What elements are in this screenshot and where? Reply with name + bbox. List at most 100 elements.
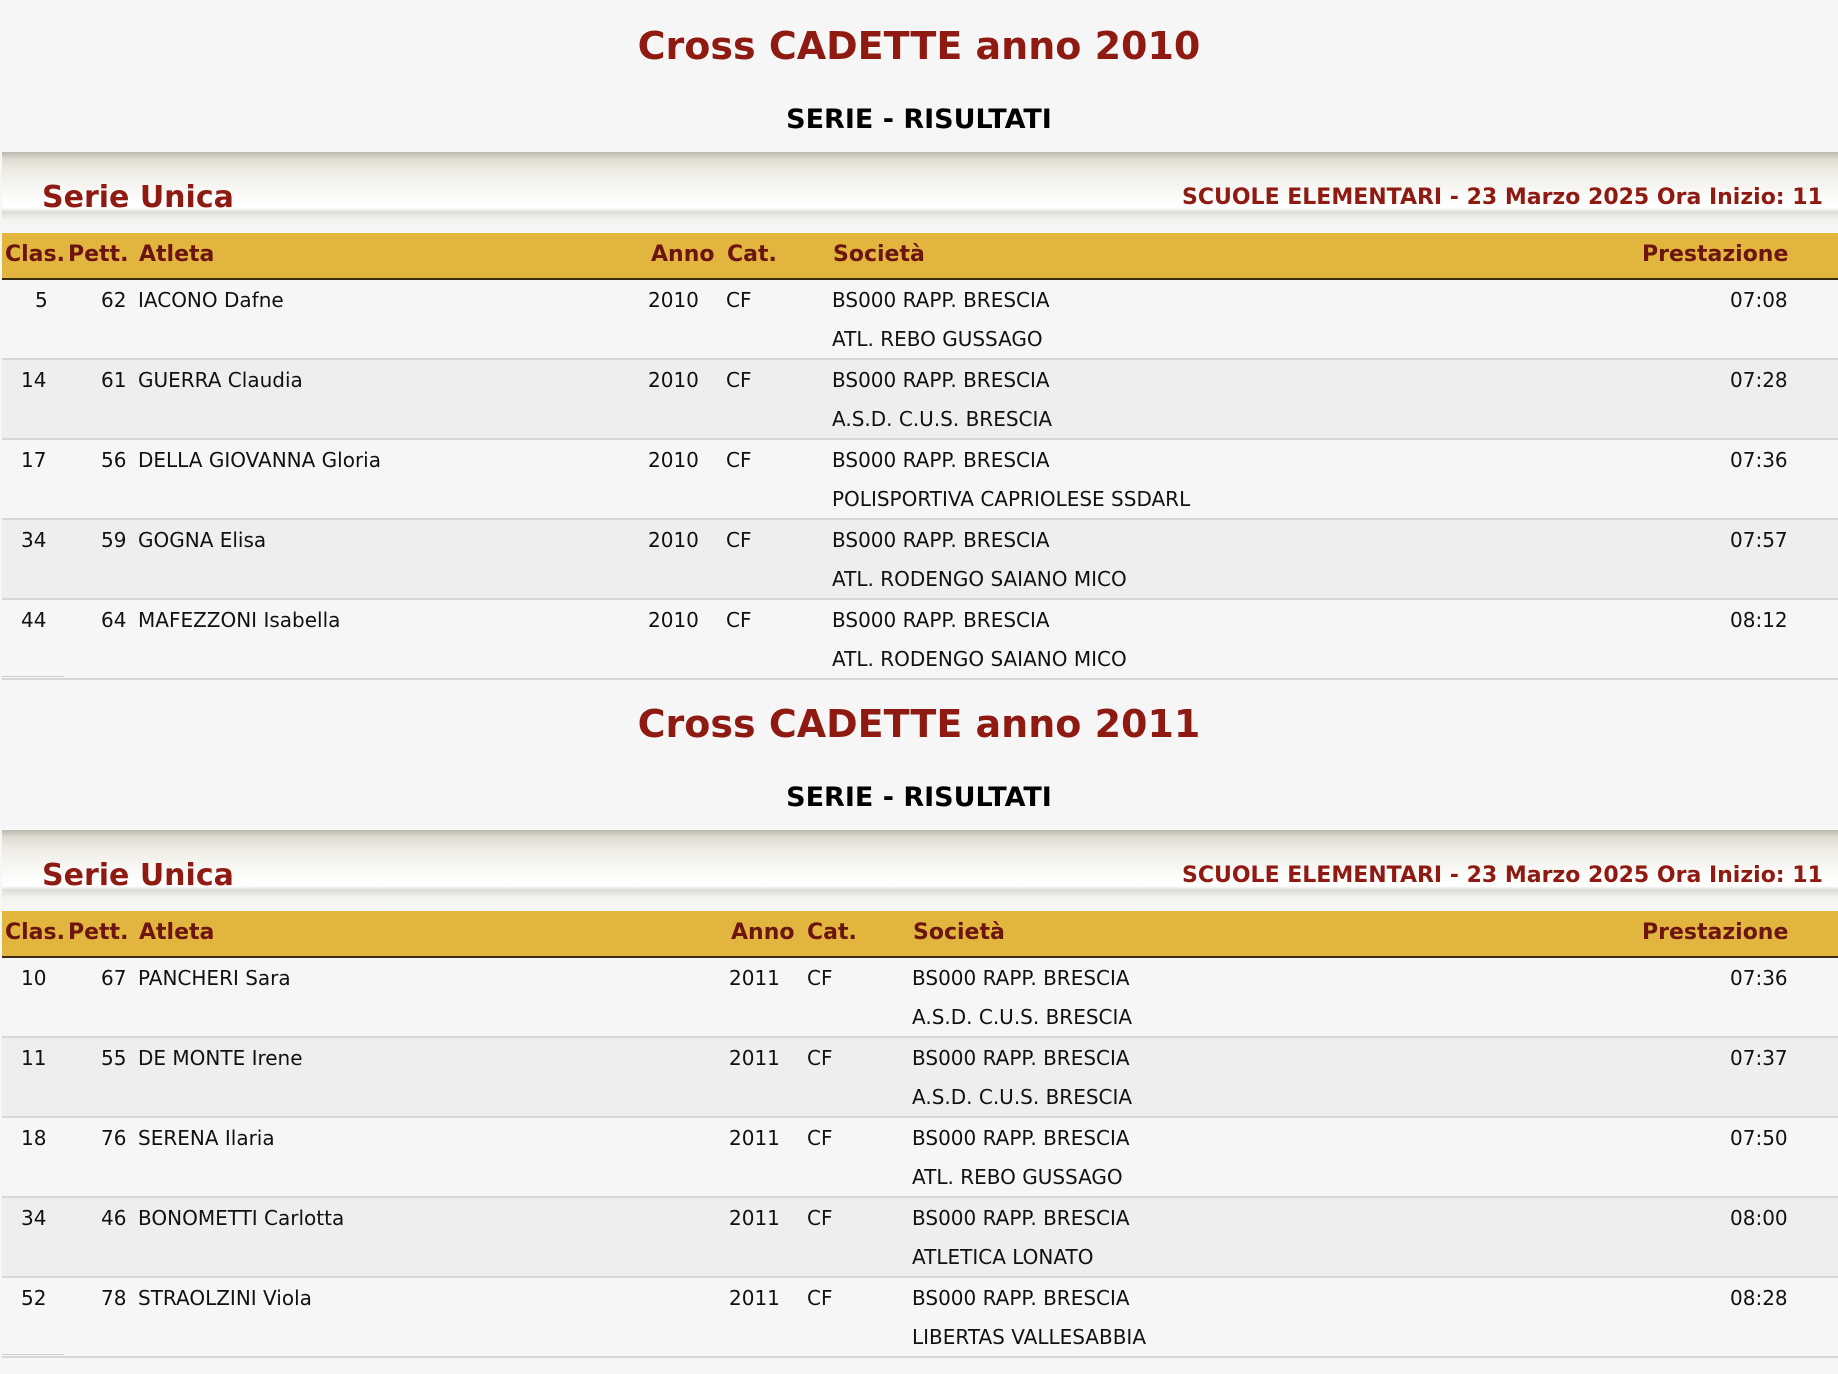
- col-pett: Pett.: [68, 920, 129, 945]
- cell-atleta: SERENA Ilaria: [138, 1126, 275, 1150]
- cell-societa: BS000 RAPP. BRESCIA: [832, 608, 1050, 632]
- cell-societa: BS000 RAPP. BRESCIA: [912, 966, 1130, 990]
- results-table-body: 10 67 PANCHERI Sara 2011 CF BS000 RAPP. …: [2, 958, 1838, 1358]
- cell-anno: 2011: [729, 1286, 780, 1310]
- cell-clas: 11: [21, 1046, 47, 1070]
- section-subtitle: SERIE - RISULTATI: [786, 104, 1052, 135]
- heat-header: Serie Unica SCUOLE ELEMENTARI - 23 Marzo…: [2, 152, 1838, 230]
- cell-pett: 62: [101, 288, 127, 312]
- results-table-body: 5 62 IACONO Dafne 2010 CF BS000 RAPP. BR…: [2, 280, 1838, 680]
- cell-societa: BS000 RAPP. BRESCIA: [912, 1286, 1130, 1310]
- cell-pett: 55: [101, 1046, 127, 1070]
- cell-prestazione: 07:57: [1730, 528, 1788, 552]
- section-title: Cross CADETTE anno 2011: [637, 702, 1201, 746]
- cell-societa: BS000 RAPP. BRESCIA: [832, 368, 1050, 392]
- cell-club: LIBERTAS VALLESABBIA: [912, 1325, 1147, 1349]
- cell-club: POLISPORTIVA CAPRIOLESE SSDARL: [832, 487, 1191, 511]
- cell-pett: 61: [101, 368, 127, 392]
- section-end-rule: [2, 676, 64, 677]
- col-societa: Società: [913, 920, 1005, 945]
- table-row: 34 46 BONOMETTI Carlotta 2011 CF BS000 R…: [2, 1198, 1838, 1278]
- cell-societa: BS000 RAPP. BRESCIA: [912, 1126, 1130, 1150]
- table-row: 11 55 DE MONTE Irene 2011 CF BS000 RAPP.…: [2, 1038, 1838, 1118]
- cell-prestazione: 07:36: [1730, 966, 1788, 990]
- cell-pett: 78: [101, 1286, 127, 1310]
- cell-cat: CF: [807, 1206, 833, 1230]
- cell-atleta: DE MONTE Irene: [138, 1046, 303, 1070]
- cell-club: ATLETICA LONATO: [912, 1245, 1094, 1269]
- cell-anno: 2011: [729, 966, 780, 990]
- cell-cat: CF: [726, 608, 752, 632]
- section-end-rule: [2, 1354, 64, 1355]
- results-section-2011: Cross CADETTE anno 2011 SERIE - RISULTAT…: [0, 696, 1838, 1358]
- cell-cat: CF: [726, 288, 752, 312]
- cell-prestazione: 07:37: [1730, 1046, 1788, 1070]
- cell-anno: 2010: [648, 528, 699, 552]
- table-row: 18 76 SERENA Ilaria 2011 CF BS000 RAPP. …: [2, 1118, 1838, 1198]
- cell-anno: 2010: [648, 608, 699, 632]
- section-title: Cross CADETTE anno 2010: [637, 24, 1201, 68]
- cell-cat: CF: [726, 528, 752, 552]
- col-cat: Cat.: [727, 242, 777, 267]
- col-clas: Clas.: [5, 920, 65, 945]
- heat-info: SCUOLE ELEMENTARI - 23 Marzo 2025 Ora In…: [1182, 185, 1823, 210]
- cell-club: ATL. RODENGO SAIANO MICO: [832, 647, 1127, 671]
- cell-clas: 10: [21, 966, 47, 990]
- heat-header: Serie Unica SCUOLE ELEMENTARI - 23 Marzo…: [2, 830, 1838, 908]
- cell-clas: 52: [21, 1286, 47, 1310]
- col-prestazione: Prestazione: [1642, 920, 1789, 945]
- cell-prestazione: 07:08: [1730, 288, 1788, 312]
- cell-cat: CF: [726, 448, 752, 472]
- cell-societa: BS000 RAPP. BRESCIA: [832, 528, 1050, 552]
- cell-pett: 59: [101, 528, 127, 552]
- cell-anno: 2010: [648, 288, 699, 312]
- cell-club: ATL. RODENGO SAIANO MICO: [832, 567, 1127, 591]
- cell-atleta: MAFEZZONI Isabella: [138, 608, 341, 632]
- col-anno: Anno: [731, 920, 795, 945]
- cell-clas: 34: [21, 528, 47, 552]
- col-atleta: Atleta: [139, 242, 215, 267]
- col-atleta: Atleta: [139, 920, 215, 945]
- col-pett: Pett.: [68, 242, 129, 267]
- cell-prestazione: 07:36: [1730, 448, 1788, 472]
- results-section-2010: Cross CADETTE anno 2010 SERIE - RISULTAT…: [0, 18, 1838, 680]
- cell-prestazione: 07:28: [1730, 368, 1788, 392]
- heat-name: Serie Unica: [42, 180, 234, 215]
- cell-club: ATL. REBO GUSSAGO: [832, 327, 1043, 351]
- cell-club: ATL. REBO GUSSAGO: [912, 1165, 1123, 1189]
- cell-atleta: GOGNA Elisa: [138, 528, 267, 552]
- cell-societa: BS000 RAPP. BRESCIA: [832, 288, 1050, 312]
- col-cat: Cat.: [807, 920, 857, 945]
- cell-anno: 2010: [648, 368, 699, 392]
- cell-clas: 18: [21, 1126, 47, 1150]
- cell-prestazione: 08:00: [1730, 1206, 1788, 1230]
- table-row: 34 59 GOGNA Elisa 2010 CF BS000 RAPP. BR…: [2, 520, 1838, 600]
- section-subtitle: SERIE - RISULTATI: [786, 782, 1052, 813]
- col-societa: Società: [833, 242, 925, 267]
- cell-clas: 14: [21, 368, 47, 392]
- table-row: 10 67 PANCHERI Sara 2011 CF BS000 RAPP. …: [2, 958, 1838, 1038]
- cell-prestazione: 07:50: [1730, 1126, 1788, 1150]
- cell-anno: 2010: [648, 448, 699, 472]
- cell-prestazione: 08:28: [1730, 1286, 1788, 1310]
- heat-name: Serie Unica: [42, 858, 234, 893]
- col-clas: Clas.: [5, 242, 65, 267]
- cell-anno: 2011: [729, 1126, 780, 1150]
- cell-societa: BS000 RAPP. BRESCIA: [832, 448, 1050, 472]
- cell-club: A.S.D. C.U.S. BRESCIA: [912, 1005, 1133, 1029]
- cell-cat: CF: [726, 368, 752, 392]
- cell-cat: CF: [807, 1286, 833, 1310]
- cell-pett: 64: [101, 608, 127, 632]
- cell-atleta: STRAOLZINI Viola: [138, 1286, 312, 1310]
- cell-atleta: GUERRA Claudia: [138, 368, 303, 392]
- cell-club: A.S.D. C.U.S. BRESCIA: [912, 1085, 1133, 1109]
- heat-info: SCUOLE ELEMENTARI - 23 Marzo 2025 Ora In…: [1182, 863, 1823, 888]
- cell-clas: 34: [21, 1206, 47, 1230]
- cell-pett: 56: [101, 448, 127, 472]
- cell-clas: 17: [21, 448, 47, 472]
- cell-atleta: BONOMETTI Carlotta: [138, 1206, 345, 1230]
- cell-pett: 67: [101, 966, 127, 990]
- cell-cat: CF: [807, 1046, 833, 1070]
- cell-club: A.S.D. C.U.S. BRESCIA: [832, 407, 1053, 431]
- col-anno: Anno: [651, 242, 715, 267]
